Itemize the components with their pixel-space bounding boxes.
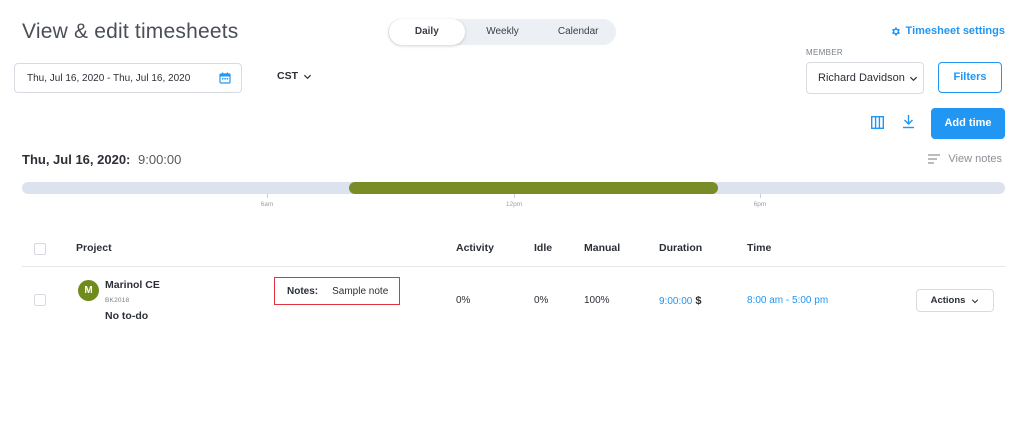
member-label: MEMBER <box>806 48 843 57</box>
activity-value: 0% <box>456 295 471 306</box>
notes-box[interactable]: Notes: Sample note <box>274 277 400 305</box>
date-range-value: Thu, Jul 16, 2020 - Thu, Jul 16, 2020 <box>27 72 191 84</box>
view-notes-button[interactable]: View notes <box>928 153 1002 165</box>
tab-daily[interactable]: Daily <box>389 19 465 45</box>
view-notes-label: View notes <box>948 153 1002 165</box>
project-name: Marinol CE <box>105 279 160 291</box>
project-todo: No to-do <box>105 310 149 322</box>
timeline-tick <box>760 194 761 198</box>
select-all-checkbox[interactable] <box>34 243 46 255</box>
timeline-tick-label: 6am <box>260 201 274 208</box>
calendar-icon <box>219 72 231 84</box>
timeline-tick-label: 12pm <box>505 201 523 208</box>
notes-lines-icon <box>928 154 941 164</box>
billable-icon: $ <box>695 295 702 307</box>
columns-icon[interactable] <box>871 116 884 129</box>
project-avatar: M <box>78 280 99 301</box>
timezone-select[interactable]: CST <box>277 70 312 82</box>
duration-cell: 9:00:00 $ <box>659 295 702 307</box>
tab-calendar[interactable]: Calendar <box>540 19 616 45</box>
day-heading: Thu, Jul 16, 2020: 9:00:00 <box>22 152 181 167</box>
tab-weekly[interactable]: Weekly <box>465 19 541 45</box>
column-duration: Duration <box>659 242 703 254</box>
view-toggle: Daily Weekly Calendar <box>388 19 616 45</box>
filters-button[interactable]: Filters <box>938 62 1002 93</box>
timesheet-settings-label: Timesheet settings <box>905 25 1005 37</box>
member-select[interactable]: Richard Davidson <box>806 62 924 94</box>
duration-value[interactable]: 9:00:00 <box>659 296 692 307</box>
chevron-down-icon <box>909 76 917 81</box>
project-code: BK2018 <box>105 297 130 304</box>
notes-value: Sample note <box>332 285 389 297</box>
notes-label: Notes: <box>287 285 319 297</box>
timeline-tracked-block[interactable] <box>349 182 718 194</box>
timeline-tick <box>267 194 268 198</box>
actions-label: Actions <box>930 295 966 306</box>
member-value: Richard Davidson <box>818 72 905 84</box>
gear-icon <box>891 26 900 36</box>
idle-value: 0% <box>534 295 549 306</box>
timesheet-settings-link[interactable]: Timesheet settings <box>890 25 1005 37</box>
column-activity: Activity <box>456 242 494 254</box>
actions-button[interactable]: Actions <box>916 289 994 312</box>
timeline-tick <box>514 194 515 198</box>
date-range-picker[interactable]: Thu, Jul 16, 2020 - Thu, Jul 16, 2020 <box>14 63 242 93</box>
timeline-track <box>22 182 1005 194</box>
timezone-value: CST <box>277 70 298 82</box>
time-range[interactable]: 8:00 am - 5:00 pm <box>747 295 828 306</box>
page-title: View & edit timesheets <box>22 20 239 43</box>
download-icon[interactable] <box>902 114 915 129</box>
column-idle: Idle <box>534 242 553 254</box>
chevron-down-icon <box>303 74 312 79</box>
table-header: Project Activity Idle Manual Duration Ti… <box>22 233 1005 267</box>
row-checkbox[interactable] <box>34 294 46 306</box>
manual-value: 100% <box>584 295 610 306</box>
chevron-down-icon <box>972 298 979 303</box>
timeline-tick-label: 6pm <box>753 201 767 208</box>
column-time: Time <box>747 242 772 254</box>
add-time-button[interactable]: Add time <box>931 108 1005 139</box>
day-total: 9:00:00 <box>138 152 182 167</box>
day-date: Thu, Jul 16, 2020: <box>22 152 131 167</box>
column-project: Project <box>76 242 112 254</box>
table-row: M Marinol CE BK2018 No to-do Notes: Samp… <box>22 268 1005 328</box>
column-manual: Manual <box>584 242 621 254</box>
